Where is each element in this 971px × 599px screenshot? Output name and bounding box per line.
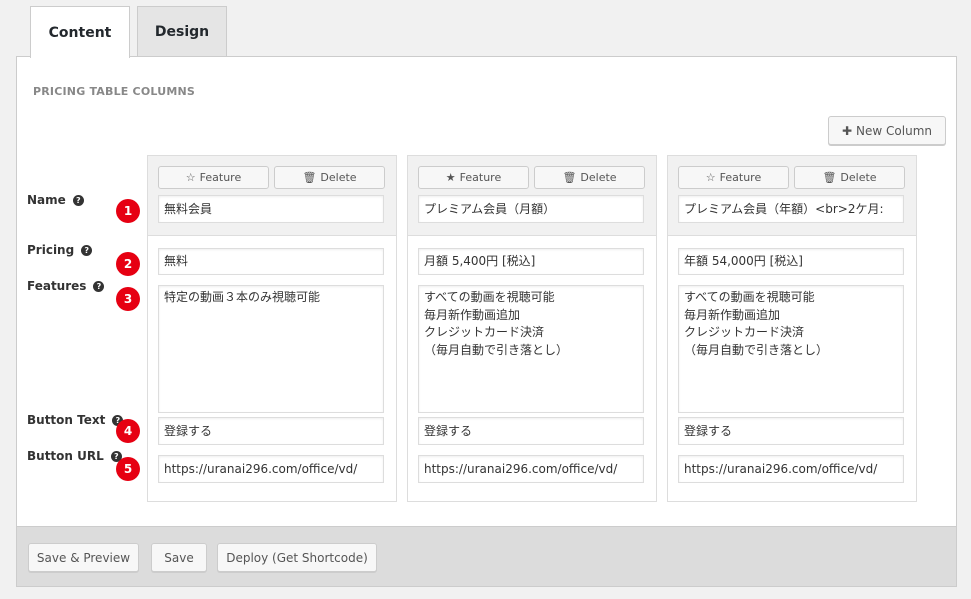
pricing-column: ☆ Feature 🗑 Delete 無料会員 無料 特定の動画３本のみ視聴可能… [147,155,397,502]
feature-button[interactable]: ★ Feature [418,166,529,189]
marker-1: 1 [116,199,140,223]
label-name: Name ? [27,193,84,207]
delete-label: Delete [320,171,357,184]
label-pricing-text: Pricing [27,243,75,257]
star-outline-icon: ☆ [705,171,716,184]
delete-label: Delete [580,171,617,184]
button-url-input[interactable]: https://uranai296.com/office/vd/ [678,455,904,483]
help-icon[interactable]: ? [72,194,84,206]
feature-button[interactable]: ☆ Feature [158,166,269,189]
delete-button[interactable]: 🗑 Delete [794,166,905,189]
button-text-input[interactable]: 登録する [158,417,384,445]
column-header: ★ Feature 🗑 Delete プレミアム会員（月額） [408,156,656,236]
label-pricing: Pricing ? [27,243,93,257]
save-preview-button[interactable]: Save & Preview [28,543,139,572]
delete-label: Delete [840,171,877,184]
pricing-input[interactable]: 年額 54,000円 [税込] [678,248,904,275]
trash-icon: 🗑 [822,171,837,184]
label-features: Features ? [27,279,105,293]
plus-icon: ✚ [841,123,853,138]
features-textarea[interactable]: すべての動画を視聴可能 毎月新作動画追加 クレジットカード決済 （毎月自動で引き… [418,285,644,413]
marker-4: 4 [116,419,140,443]
marker-5: 5 [116,457,140,481]
delete-button[interactable]: 🗑 Delete [534,166,645,189]
button-text-input[interactable]: 登録する [418,417,644,445]
pricing-column: ★ Feature 🗑 Delete プレミアム会員（月額） 月額 5,400円… [407,155,657,502]
name-input[interactable]: プレミアム会員（月額） [418,195,644,223]
help-icon[interactable]: ? [81,244,93,256]
label-features-text: Features [27,279,87,293]
button-url-input[interactable]: https://uranai296.com/office/vd/ [158,455,384,483]
star-filled-icon: ★ [445,171,456,184]
marker-2: 2 [116,252,140,276]
tab-content[interactable]: Content [30,6,130,58]
name-input[interactable]: プレミアム会員（年額）<br>2ケ月: [678,195,904,223]
pricing-column: ☆ Feature 🗑 Delete プレミアム会員（年額）<br>2ケ月: 年… [667,155,917,502]
label-button-text: Button Text ? [27,413,124,427]
feature-label: Feature [199,171,242,184]
label-name-text: Name [27,193,66,207]
label-button-text-text: Button Text [27,413,106,427]
delete-button[interactable]: 🗑 Delete [274,166,385,189]
column-header: ☆ Feature 🗑 Delete 無料会員 [148,156,396,236]
trash-icon: 🗑 [562,171,577,184]
feature-label: Feature [459,171,502,184]
name-input[interactable]: 無料会員 [158,195,384,223]
feature-button[interactable]: ☆ Feature [678,166,789,189]
marker-3: 3 [116,287,140,311]
button-url-input[interactable]: https://uranai296.com/office/vd/ [418,455,644,483]
new-column-button[interactable]: ✚ New Column [828,116,946,145]
features-textarea[interactable]: 特定の動画３本のみ視聴可能 [158,285,384,413]
section-title: PRICING TABLE COLUMNS [33,85,196,98]
pricing-input[interactable]: 月額 5,400円 [税込] [418,248,644,275]
label-button-url: Button URL ? [27,449,122,463]
star-outline-icon: ☆ [185,171,196,184]
help-icon[interactable]: ? [93,280,105,292]
new-column-label: New Column [856,123,932,138]
button-text-input[interactable]: 登録する [678,417,904,445]
pricing-input[interactable]: 無料 [158,248,384,275]
feature-label: Feature [719,171,762,184]
deploy-button[interactable]: Deploy (Get Shortcode) [217,543,377,572]
column-header: ☆ Feature 🗑 Delete プレミアム会員（年額）<br>2ケ月: [668,156,916,236]
label-button-url-text: Button URL [27,449,104,463]
save-button[interactable]: Save [151,543,207,572]
tab-design[interactable]: Design [137,6,227,57]
features-textarea[interactable]: すべての動画を視聴可能 毎月新作動画追加 クレジットカード決済 （毎月自動で引き… [678,285,904,413]
trash-icon: 🗑 [302,171,317,184]
